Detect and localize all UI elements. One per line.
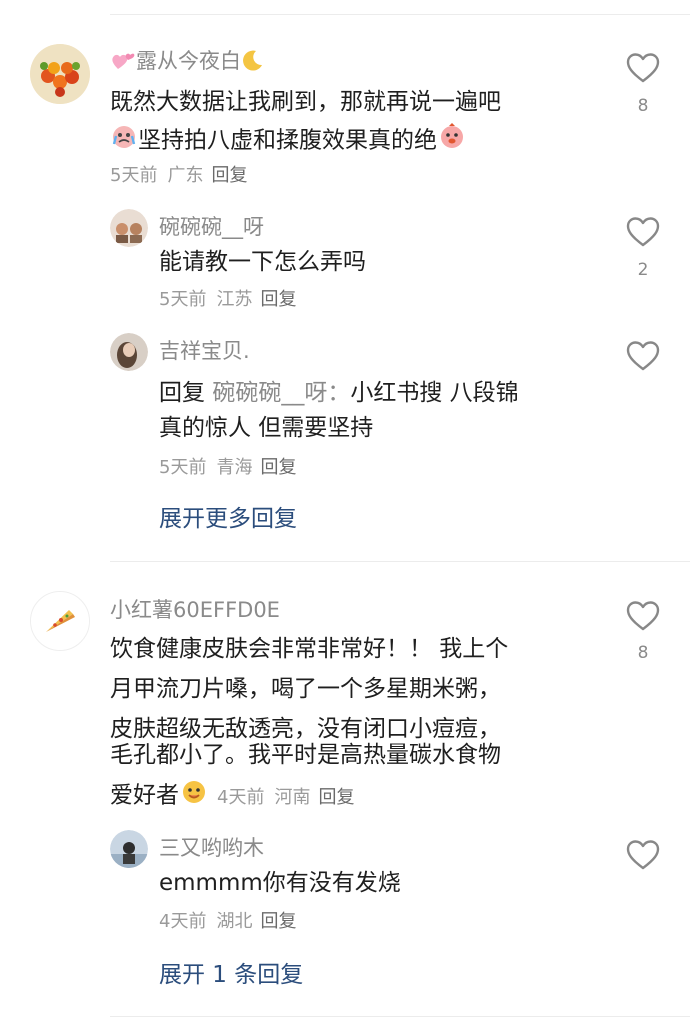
comment-time: 5天前 [110, 165, 158, 186]
heart-outline-icon[interactable] [626, 600, 660, 632]
like-count: 8 [637, 643, 649, 663]
reply-button[interactable]: 回复 [260, 911, 296, 932]
reply-location: 青海 [216, 457, 253, 478]
avatar[interactable] [30, 591, 90, 651]
reply-time: 5天前 [159, 289, 207, 310]
crescent-moon-icon [241, 48, 265, 77]
crying-face-emoji-icon [110, 122, 138, 160]
heart-outline-icon[interactable] [626, 216, 660, 248]
reply-button[interactable]: 回复 [211, 165, 247, 186]
avatar[interactable] [110, 830, 148, 868]
expand-replies-button[interactable]: 展开 1 条回复 [159, 955, 303, 989]
comment-text-line: 饮食健康皮肤会非常非常好！！ 我上个 [110, 636, 509, 662]
heart-outline-icon[interactable] [626, 340, 660, 372]
reply-text: emmmm你有没有发烧 [159, 870, 401, 896]
reply-prefix: 回复 [159, 380, 205, 406]
heart-outline-icon[interactable] [626, 839, 660, 871]
hearts-emoji-icon [110, 48, 136, 77]
reply-text: 能请教一下怎么弄吗 [159, 249, 366, 275]
comment-location: 广东 [167, 165, 204, 186]
like-count: 8 [637, 96, 649, 116]
comment-username[interactable]: 小红薯60EFFD0E [110, 594, 280, 624]
reply-button[interactable]: 回复 [260, 457, 296, 478]
comment-meta: 5天前 广东 回复 [110, 161, 247, 187]
reply-time: 5天前 [159, 457, 207, 478]
comment-location: 河南 [274, 786, 311, 808]
reply-text-line: 真的惊人 但需要坚持 [159, 415, 374, 441]
divider-top [110, 14, 690, 15]
reply-location: 江苏 [216, 289, 253, 310]
heart-outline-icon[interactable] [626, 52, 660, 84]
reply-username[interactable]: 三又哟哟木 [159, 832, 264, 862]
avatar[interactable] [110, 333, 148, 371]
divider [110, 561, 690, 562]
reply-target-user[interactable]: 碗碗碗__呀： [212, 380, 350, 406]
expand-replies-button[interactable]: 展开更多回复 [159, 499, 297, 533]
avatar[interactable] [30, 44, 90, 104]
comment-time: 4天前 [217, 786, 265, 808]
avatar[interactable] [110, 209, 148, 247]
grinning-emoji-icon [179, 776, 209, 816]
reply-meta: 5天前 江苏 回复 [159, 285, 296, 311]
comment-text-line: 爱好者 4天前 河南 回复 [110, 776, 354, 816]
comment-text-line: 月甲流刀片嗓，喝了一个多星期米粥， [110, 676, 501, 702]
divider [110, 1016, 690, 1017]
reply-text-line: 回复 碗碗碗__呀：小红书搜 八段锦 [159, 380, 519, 406]
reply-meta: 5天前 青海 回复 [159, 453, 296, 479]
reply-button[interactable]: 回复 [318, 787, 354, 808]
reply-meta: 4天前 湖北 回复 [159, 907, 296, 933]
comment-text-line: 毛孔都小了。我平时是高热量碳水食物 [110, 742, 501, 768]
comment-username[interactable]: 露从今夜白 [110, 45, 265, 77]
chick-emoji-icon [437, 121, 467, 161]
comment-text-line: 坚持拍八虚和揉腹效果真的绝 [110, 121, 467, 161]
like-count: 2 [637, 260, 649, 280]
comment-text-line: 既然大数据让我刷到，那就再说一遍吧 [110, 89, 501, 115]
reply-button[interactable]: 回复 [260, 289, 296, 310]
reply-time: 4天前 [159, 911, 207, 932]
reply-location: 湖北 [216, 911, 253, 932]
reply-username[interactable]: 碗碗碗__呀 [159, 211, 264, 241]
reply-username[interactable]: 吉祥宝贝. [159, 335, 250, 365]
